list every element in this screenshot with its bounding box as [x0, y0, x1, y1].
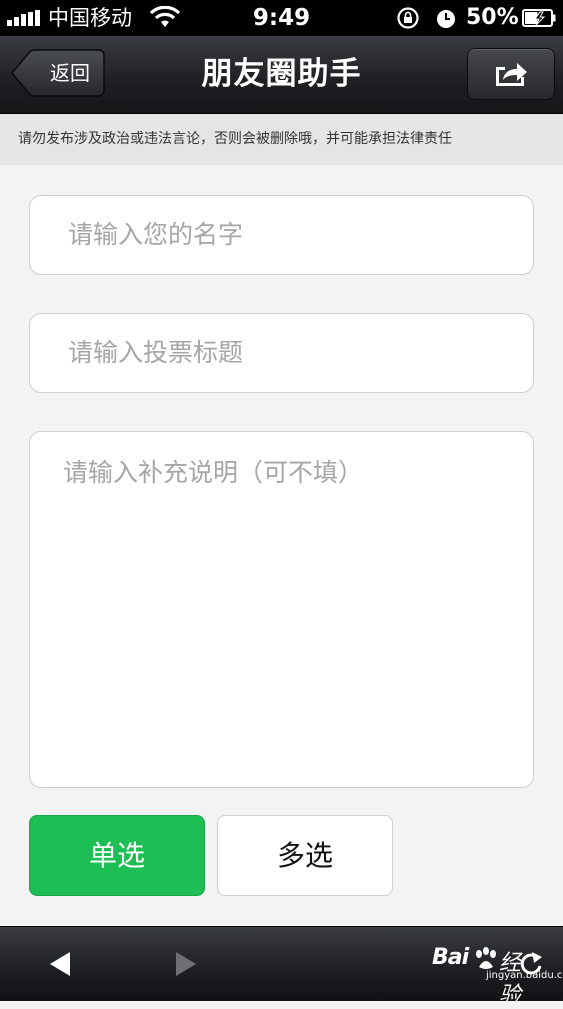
status-bar: 中国移动 9:49 50% — [0, 0, 563, 36]
watermark-brand: Bai — [432, 945, 469, 970]
description-textarea[interactable]: 请输入补充说明（可不填） — [29, 431, 534, 788]
refresh-icon[interactable] — [518, 949, 544, 977]
single-choice-button[interactable]: 单选 — [29, 815, 205, 896]
bottom-toolbar: Bai 经验 jingyan.baidu.com — [0, 926, 563, 1008]
battery-icon — [522, 9, 556, 27]
share-button[interactable] — [467, 48, 555, 100]
rotation-lock-icon — [397, 7, 419, 29]
forward-arrow-icon[interactable] — [174, 951, 198, 977]
alarm-icon — [437, 10, 455, 28]
nav-bar: 返回 朋友圈助手 — [0, 36, 563, 114]
share-icon — [496, 63, 527, 86]
multiple-choice-button[interactable]: 多选 — [217, 815, 393, 896]
warning-notice: 请勿发布涉及政治或违法言论，否则会被删除哦，并可能承担法律责任 — [0, 114, 563, 165]
paw-icon — [476, 947, 496, 969]
vote-title-input[interactable]: 请输入投票标题 — [29, 313, 534, 393]
back-arrow-icon[interactable] — [48, 951, 72, 977]
name-input[interactable]: 请输入您的名字 — [29, 195, 534, 275]
battery-percent: 50% — [466, 5, 519, 30]
